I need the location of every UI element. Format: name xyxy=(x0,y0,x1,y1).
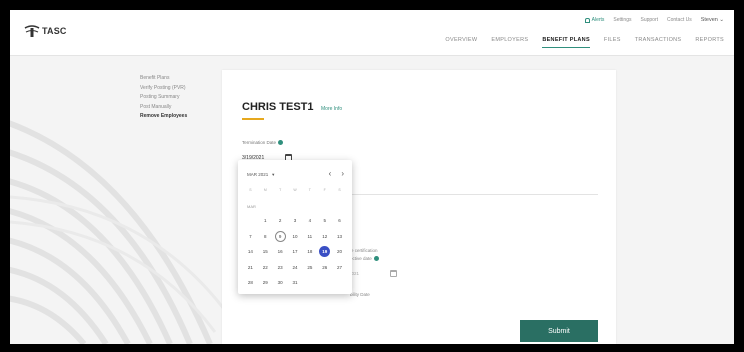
calendar-day[interactable]: 10 xyxy=(288,231,303,242)
certification-text: ie certification xyxy=(350,248,378,253)
calendar-day[interactable]: 19 xyxy=(317,246,332,257)
calendar-empty-cell xyxy=(243,215,258,226)
caret-down-icon: ▼ xyxy=(271,172,276,177)
support-link[interactable]: Support xyxy=(640,17,658,23)
calendar-day[interactable]: 24 xyxy=(288,262,303,273)
nav-overview[interactable]: OVERVIEW xyxy=(445,37,477,48)
calendar-empty-cell xyxy=(302,277,317,288)
side-item-remove-employees[interactable]: Remove Employees xyxy=(140,112,187,122)
calendar-day[interactable]: 11 xyxy=(302,231,317,242)
prev-month-icon[interactable]: ‹ xyxy=(329,169,332,178)
settings-link[interactable]: Settings xyxy=(613,17,631,23)
effective-date-input[interactable]: 2021 xyxy=(349,268,397,279)
side-item-benefit-plans[interactable]: Benefit Plans xyxy=(140,74,187,84)
month-section-label: MAR xyxy=(247,204,256,209)
effective-date-label: ective date xyxy=(350,256,379,261)
calendar-empty-cell xyxy=(332,277,347,288)
logo-text: TASC xyxy=(42,26,67,36)
calendar-day[interactable]: 22 xyxy=(258,262,273,273)
calendar-day[interactable]: 18 xyxy=(302,246,317,257)
calendar-day[interactable]: 30 xyxy=(273,277,288,288)
eligibility-date-text: bility Date xyxy=(350,292,370,297)
utility-nav: Alerts Settings Support Contact Us Steve… xyxy=(584,17,724,23)
calendar-day[interactable]: 27 xyxy=(332,262,347,273)
calendar-day[interactable]: 12 xyxy=(317,231,332,242)
calendar-day[interactable]: 8 xyxy=(258,231,273,242)
calendar-day[interactable]: 3 xyxy=(288,215,303,226)
top-header: TASC Alerts Settings Support Contact Us … xyxy=(10,10,734,56)
calendar-day[interactable]: 13 xyxy=(332,231,347,242)
info-icon[interactable] xyxy=(373,256,379,261)
calendar-day[interactable]: 31 xyxy=(288,277,303,288)
alerts-link[interactable]: Alerts xyxy=(584,17,604,23)
termination-date-label: Termination Date xyxy=(242,140,284,145)
side-menu: Benefit Plans Verify Posting (PVR) Posti… xyxy=(140,74,187,122)
calendar-day[interactable]: 5 xyxy=(317,215,332,226)
nav-transactions[interactable]: TRANSACTIONS xyxy=(635,37,682,48)
calendar-empty-cell xyxy=(317,277,332,288)
calendar-day[interactable]: 6 xyxy=(332,215,347,226)
name-underline xyxy=(242,118,264,120)
calendar-day[interactable]: 7 xyxy=(243,231,258,242)
month-year-selector[interactable]: MAR 2021 ▼ xyxy=(247,172,275,177)
info-icon[interactable] xyxy=(278,140,284,145)
calendar-day[interactable]: 2 xyxy=(273,215,288,226)
weekday-header: S M T W T F S xyxy=(249,188,341,192)
side-item-posting-summary[interactable]: Posting Summary xyxy=(140,93,187,103)
side-item-verify-posting[interactable]: Verify Posting (PVR) xyxy=(140,84,187,94)
calendar-day[interactable]: 17 xyxy=(288,246,303,257)
more-info-link[interactable]: More Info xyxy=(321,106,342,112)
side-item-post-manually[interactable]: Post Manually xyxy=(140,103,187,113)
month-navigation: ‹ › xyxy=(329,169,344,178)
calendar-day[interactable]: 23 xyxy=(273,262,288,273)
calendar-day[interactable]: 21 xyxy=(243,262,258,273)
calendar-day[interactable]: 25 xyxy=(302,262,317,273)
calendar-day[interactable]: 26 xyxy=(317,262,332,273)
calendar-icon[interactable] xyxy=(390,270,397,277)
calendar-day[interactable]: 16 xyxy=(273,246,288,257)
next-month-icon[interactable]: › xyxy=(341,169,344,178)
logo-icon xyxy=(24,25,40,37)
nav-reports[interactable]: REPORTS xyxy=(695,37,724,48)
calendar-day[interactable]: 9 xyxy=(273,230,288,242)
nav-employers[interactable]: EMPLOYERS xyxy=(491,37,528,48)
calendar-day[interactable]: 28 xyxy=(243,277,258,288)
app-window: TASC Alerts Settings Support Contact Us … xyxy=(10,10,734,344)
calendar-day[interactable]: 15 xyxy=(258,246,273,257)
calendar-day[interactable]: 4 xyxy=(302,215,317,226)
calendar-day[interactable]: 20 xyxy=(332,246,347,257)
bell-icon xyxy=(584,17,590,23)
calendar-day[interactable]: 14 xyxy=(243,246,258,257)
main-nav: OVERVIEW EMPLOYERS BENEFIT PLANS FILES T… xyxy=(445,37,724,48)
calendar-day[interactable]: 29 xyxy=(258,277,273,288)
date-picker-popup: MAR 2021 ▼ ‹ › S M T W T F S MAR 1234567… xyxy=(238,160,352,294)
employee-name: CHRIS TEST1 xyxy=(242,101,314,113)
contact-us-link[interactable]: Contact Us xyxy=(667,17,692,23)
day-grid: 1 2 3 4 5 6 7 8 9 10 11 12 13 14 15 16 17 18 19 20 21 22 23 24 2… xyxy=(243,215,347,288)
submit-button[interactable]: Submit xyxy=(520,320,598,342)
nav-files[interactable]: FILES xyxy=(604,37,621,48)
nav-benefit-plans[interactable]: BENEFIT PLANS xyxy=(542,37,590,48)
calendar-day[interactable]: 1 xyxy=(258,215,273,226)
tasc-logo[interactable]: TASC xyxy=(24,24,67,38)
user-menu[interactable]: Steven ⌄ xyxy=(701,17,724,23)
